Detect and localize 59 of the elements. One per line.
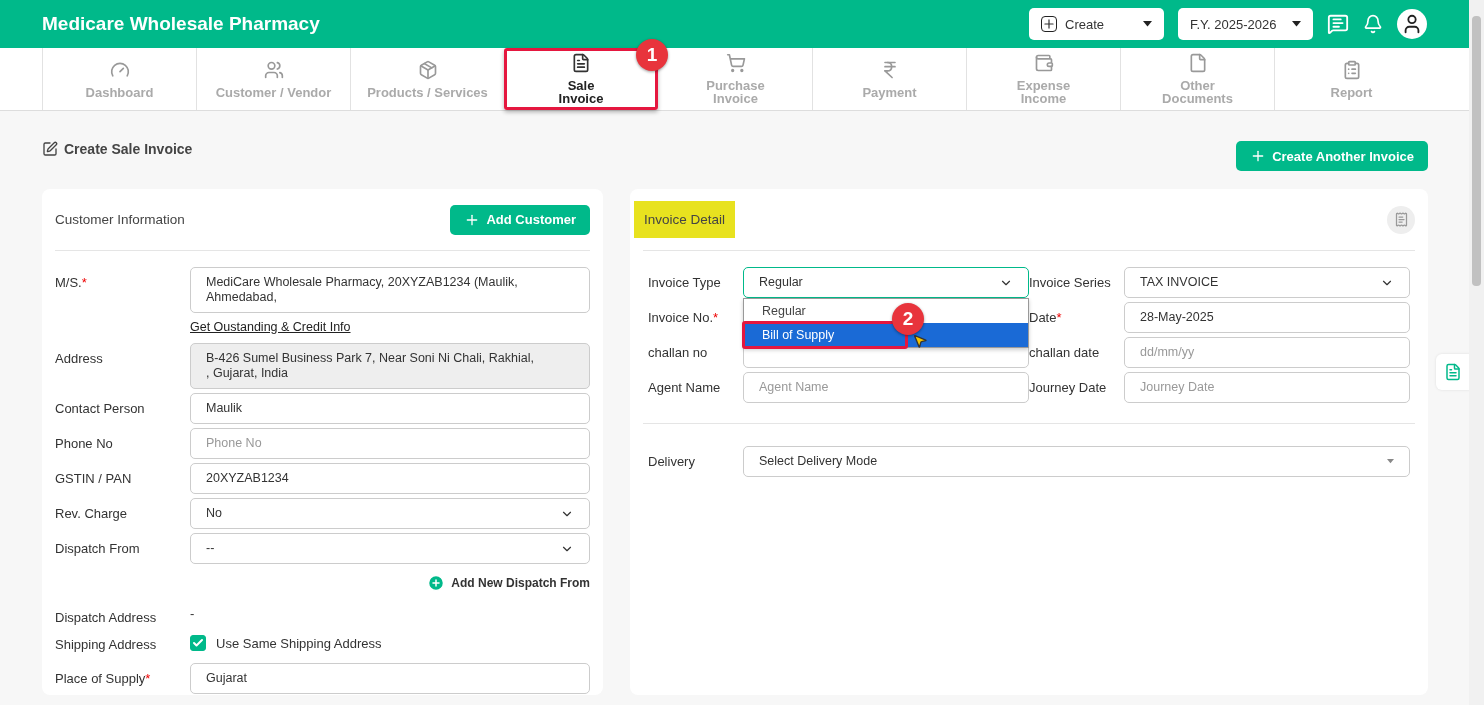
field-label: Shipping Address (55, 636, 158, 652)
field-label: GSTIN / PAN (55, 470, 133, 486)
field-label: Dispatch From (55, 540, 141, 556)
select-field[interactable]: -- (190, 533, 590, 564)
app-title: Medicare Wholesale Pharmacy (42, 13, 321, 35)
input-field[interactable]: Gujarat (190, 663, 590, 694)
card-title: Invoice Detail (634, 201, 736, 238)
wallet-icon (1033, 53, 1054, 73)
notification-icon[interactable] (1363, 14, 1383, 34)
field-label: Invoice Series (1029, 274, 1112, 292)
field-label: Phone No (55, 435, 114, 451)
create-button[interactable]: Create (1029, 8, 1164, 40)
side-panel-button[interactable] (1436, 354, 1470, 390)
plus-circle-icon (427, 574, 446, 592)
input-field[interactable]: Maulik (190, 393, 590, 424)
input-field[interactable]: MediCare Wholesale Pharmacy, 20XYZAB1234 (Maulik, Ahmedabad, (190, 267, 590, 313)
caret-icon (1387, 459, 1394, 464)
field-label: Agent Name (648, 379, 722, 397)
dispatch-address-value: - (190, 605, 196, 621)
delivery-select[interactable]: Select Delivery Mode (743, 446, 1410, 477)
select-field[interactable]: Regular (743, 267, 1029, 298)
field-label: Address (55, 350, 104, 366)
field-label: Delivery (648, 453, 696, 471)
document-icon (1444, 363, 1462, 381)
field-label: Date* (1029, 309, 1063, 327)
field-label: Invoice Type (648, 274, 722, 292)
avatar[interactable] (1397, 9, 1427, 39)
select-field[interactable]: TAX INVOICE (1124, 267, 1410, 298)
package-icon (417, 59, 438, 80)
input-field[interactable]: 20XYZAB1234 (190, 463, 590, 494)
plus-icon (1041, 16, 1057, 32)
document-icon (571, 53, 591, 73)
field-label: Contact Person (55, 400, 146, 416)
year-selector[interactable]: F.Y. 2025-2026 (1178, 8, 1313, 40)
input-field[interactable]: 28-May-2025 (1124, 302, 1410, 333)
address-field[interactable]: B-426 Sumel Business Park 7, Near Soni Ni Chali, Rakhial, , Gujarat, India (190, 343, 590, 389)
field-label: Place of Supply* (55, 670, 152, 686)
cursor-icon (912, 333, 928, 349)
chat-icon[interactable] (1327, 13, 1349, 35)
field-label: Invoice No.* (648, 309, 720, 327)
field-label: Rev. Charge (55, 505, 128, 521)
edit-icon (42, 141, 58, 157)
field-label: Dispatch Address (55, 609, 158, 625)
field-label: challan date (1029, 344, 1101, 362)
same-address-checkbox[interactable]: Use Same Shipping Address (190, 629, 590, 659)
caret-icon (1143, 21, 1152, 27)
add-row-icon[interactable] (1387, 205, 1415, 234)
step-badge: 1 (636, 39, 668, 71)
field-label: Journey Date (1029, 379, 1108, 397)
credit-info-link[interactable]: Get Oustanding & Credit Info (190, 317, 351, 339)
field-label: challan no (648, 344, 709, 362)
caret-icon (1292, 21, 1301, 27)
card-title: Customer Information (55, 212, 185, 227)
cart-icon (725, 53, 746, 73)
add-dispatch-button[interactable]: Add New Dispatch From (427, 568, 590, 598)
select-field[interactable]: No (190, 498, 590, 529)
users-icon (263, 59, 284, 80)
field-label: M/S.* (55, 274, 88, 290)
page-title: Create Sale Invoice (42, 141, 193, 157)
